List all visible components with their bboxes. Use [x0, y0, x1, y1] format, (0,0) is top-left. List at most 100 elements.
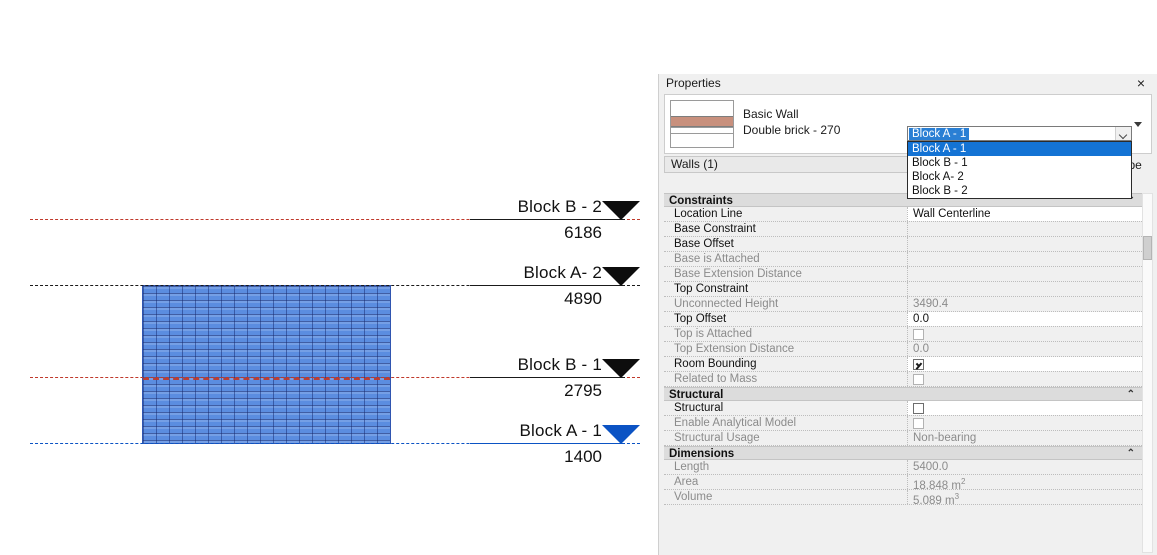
level-block-b-2[interactable]: Block B - 2 6186 [0, 197, 640, 242]
param-value-cell[interactable]: Wall Centerline [907, 207, 1142, 221]
checkbox-disabled-icon [913, 418, 924, 429]
param-key-label: Base is Attached [664, 252, 907, 266]
param-row[interactable]: Room Bounding [664, 357, 1142, 372]
base-constraint-dropdown-list[interactable]: Block A - 1 Block B - 1 Block A- 2 Block B … [907, 141, 1132, 199]
param-value-cell[interactable]: 0.0 [907, 342, 1142, 356]
param-value-cell[interactable] [907, 357, 1142, 371]
checkbox-checked-icon[interactable] [913, 359, 924, 370]
dropdown-option[interactable]: Block A- 2 [908, 170, 1131, 184]
level-name-label[interactable]: Block B - 1 [518, 355, 602, 375]
param-value-cell[interactable]: 3490.4 [907, 297, 1142, 311]
param-row[interactable]: Area 18.848 m2 [664, 475, 1142, 490]
level-head-marker-icon[interactable] [602, 201, 640, 220]
param-row[interactable]: Structural Usage Non-bearing [664, 431, 1142, 446]
param-key-label: Top Extension Distance [664, 342, 907, 356]
level-name-label[interactable]: Block B - 2 [518, 197, 602, 217]
parameter-grid[interactable]: Constraints ⌃ Location Line Wall Centerline… [664, 193, 1142, 555]
param-value-cell[interactable]: Non-bearing [907, 431, 1142, 445]
level-elevation-label[interactable]: 2795 [564, 381, 602, 401]
param-key-label: Related to Mass [664, 372, 907, 386]
dropdown-option[interactable]: Block A - 1 [908, 142, 1131, 156]
properties-palette: Properties × Basic Wall Double brick - 2… [658, 74, 1157, 555]
param-value-cell[interactable] [907, 237, 1142, 251]
param-row[interactable]: Volume 5.089 m3 [664, 490, 1142, 505]
param-value-cell[interactable] [907, 252, 1142, 266]
collapse-chevron-icon[interactable]: ⌃ [1127, 448, 1135, 460]
param-value-cell[interactable]: 0.0 [907, 312, 1142, 326]
level-name-label[interactable]: Block A - 1 [519, 421, 602, 441]
param-row[interactable]: Top is Attached [664, 327, 1142, 342]
param-value-cell[interactable]: 5.089 m3 [907, 490, 1142, 504]
preview-band-brick [671, 116, 733, 127]
section-header-dimensions[interactable]: Dimensions ⌃ [664, 446, 1142, 460]
param-row[interactable]: Unconnected Height 3490.4 [664, 297, 1142, 312]
scrollbar-thumb[interactable] [1143, 236, 1152, 260]
properties-scrollbar[interactable] [1142, 193, 1153, 553]
param-row[interactable]: Base Constraint [664, 222, 1142, 237]
level-elevation-label[interactable]: 1400 [564, 447, 602, 467]
drawing-canvas[interactable]: Block B - 2 6186 Block A- 2 4890 Block B… [0, 0, 658, 555]
param-row[interactable]: Top Extension Distance 0.0 [664, 342, 1142, 357]
param-value-cell[interactable] [907, 327, 1142, 341]
param-row[interactable]: Length 5400.0 [664, 460, 1142, 475]
param-key-label: Location Line [664, 207, 907, 221]
param-key-label: Unconnected Height [664, 297, 907, 311]
level-head-marker-icon[interactable] [602, 267, 640, 286]
param-key-label: Room Bounding [664, 357, 907, 371]
param-key-label: Base Offset [664, 237, 907, 251]
chevron-down-icon[interactable] [1115, 127, 1131, 140]
param-row[interactable]: Related to Mass [664, 372, 1142, 387]
param-row[interactable]: Enable Analytical Model [664, 416, 1142, 431]
param-key-label: Base Constraint [664, 222, 907, 236]
section-header-structural[interactable]: Structural ⌃ [664, 387, 1142, 401]
close-icon[interactable]: × [1133, 74, 1149, 93]
param-value-cell[interactable] [907, 372, 1142, 386]
type-name-label: Double brick - 270 [743, 123, 841, 137]
level-elevation-label[interactable]: 6186 [564, 223, 602, 243]
param-key-label: Volume [664, 490, 907, 504]
checkbox-disabled-icon [913, 374, 924, 385]
level-name-label[interactable]: Block A- 2 [523, 263, 602, 283]
level-block-a-2[interactable]: Block A- 2 4890 [0, 263, 640, 308]
param-key-label: Enable Analytical Model [664, 416, 907, 430]
param-value-cell[interactable] [907, 267, 1142, 281]
param-key-label: Structural [664, 401, 907, 415]
param-row[interactable]: Structural [664, 401, 1142, 416]
level-elevation-label[interactable]: 4890 [564, 289, 602, 309]
param-key-label: Structural Usage [664, 431, 907, 445]
param-value-cell[interactable] [907, 416, 1142, 430]
level-block-a-1[interactable]: Block A - 1 1400 [0, 421, 640, 466]
dropdown-option[interactable]: Block B - 2 [908, 184, 1131, 198]
param-value-cell[interactable] [907, 222, 1142, 236]
param-value-cell[interactable]: 18.848 m2 [907, 475, 1142, 489]
param-row[interactable]: Base is Attached [664, 252, 1142, 267]
level-head-marker-icon[interactable] [602, 359, 640, 378]
preview-band-cavity [671, 127, 733, 134]
wall-type-preview-icon [670, 100, 734, 148]
param-row[interactable]: Location Line Wall Centerline [664, 207, 1142, 222]
param-row[interactable]: Base Offset [664, 237, 1142, 252]
param-value-cell[interactable] [907, 282, 1142, 296]
unit-superscript: 2 [960, 477, 966, 486]
dropdown-option[interactable]: Block B - 1 [908, 156, 1131, 170]
properties-titlebar: Properties × [659, 74, 1157, 93]
checkbox-unchecked-icon[interactable] [913, 403, 924, 414]
param-value-cell[interactable] [907, 401, 1142, 415]
collapse-chevron-icon[interactable]: ⌃ [1127, 389, 1135, 401]
param-key-label: Length [664, 460, 907, 474]
param-key-label: Top is Attached [664, 327, 907, 341]
param-key-label: Base Extension Distance [664, 267, 907, 281]
unit-superscript: 3 [954, 492, 960, 501]
family-label: Basic Wall [743, 107, 799, 121]
level-head-marker-icon[interactable] [602, 425, 640, 444]
param-value-cell[interactable]: 5400.0 [907, 460, 1142, 474]
base-constraint-combobox[interactable]: Block A - 1 [907, 126, 1132, 141]
param-key-label: Top Constraint [664, 282, 907, 296]
wall-element[interactable] [142, 285, 391, 444]
level-block-b-1[interactable]: Block B - 1 2795 [0, 355, 640, 400]
chevron-down-icon[interactable] [1134, 122, 1142, 127]
param-row[interactable]: Base Extension Distance [664, 267, 1142, 282]
param-row[interactable]: Top Offset 0.0 [664, 312, 1142, 327]
section-title-label: Constraints [669, 195, 733, 207]
param-row[interactable]: Top Constraint [664, 282, 1142, 297]
